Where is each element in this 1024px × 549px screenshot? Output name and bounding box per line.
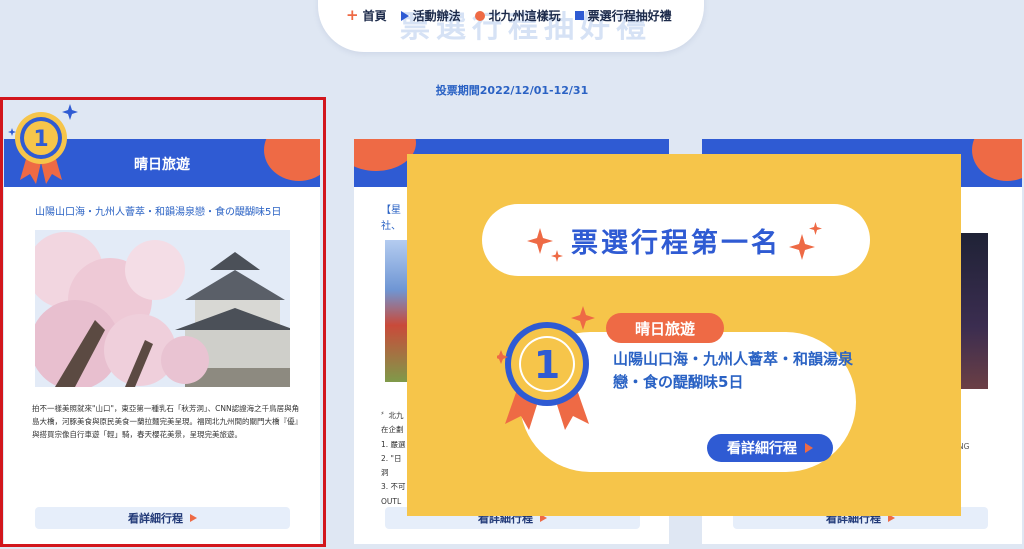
list-item: 2. "日 <box>381 453 402 463</box>
vote-period: 投票期間2022/12/01-12/31 <box>435 84 589 97</box>
popup-title: 票選行程第一名 <box>571 227 781 259</box>
play-arrow-icon <box>190 514 197 522</box>
main-nav: + 首頁 活動辦法 北九州這樣玩 票選行程抽好禮 <box>346 7 672 24</box>
nav-item-label: 首頁 <box>362 9 387 23</box>
button-label: 看詳細行程 <box>128 512 183 525</box>
list-item: 洞 <box>381 468 389 477</box>
list-item: 3. 不可 <box>381 482 406 492</box>
card-description: 拍不一樣美照就來"山口"，東亞第一種乳石「秋芳洞」、CNN認證海之千鳥居與角島大… <box>32 404 302 440</box>
rank-medal: 1 <box>494 306 597 432</box>
nav-item-label: 活動辦法 <box>412 9 461 23</box>
view-details-button[interactable]: 看詳細行程 <box>35 507 290 529</box>
card-photo <box>958 233 988 389</box>
header-blob <box>972 139 1022 181</box>
sparkle-icon <box>789 234 815 260</box>
sparkle-icon <box>551 250 563 262</box>
card-subtitle-line: 社、 <box>381 221 401 232</box>
dot-icon <box>474 10 485 21</box>
list-item: 1. 嚴選 <box>381 439 406 449</box>
plus-icon: + <box>346 6 359 24</box>
card-subtitle: 山陽山口海・九州人薈萃・和韻湯泉戀・食の醍醐味5日 <box>35 207 282 218</box>
rank-number: 1 <box>534 343 560 387</box>
nav-item-vote[interactable]: 票選行程抽好禮 <box>574 7 672 24</box>
agency-tag: 晴日旅遊 <box>606 313 724 343</box>
rank-medal: 1 <box>6 100 84 188</box>
nav-item-label: 北九州這樣玩 <box>488 9 561 23</box>
card-photo-castle-sakura <box>35 230 290 387</box>
nav-item-rules[interactable]: 活動辦法 <box>400 7 461 24</box>
card-subtitle: 【星 社、 <box>381 203 401 235</box>
nav-item-label: 票選行程抽好禮 <box>587 9 672 23</box>
sparkle-icon <box>809 222 822 235</box>
play-arrow-icon <box>805 443 813 453</box>
sparkle-icon <box>527 228 553 254</box>
top-rank-popup: 票選行程第一名 晴日旅遊 山陽山口海・九州人薈萃・和韻湯泉戀・食の醍醐味5日 看… <box>407 154 961 516</box>
view-details-button[interactable]: 看詳細行程 <box>707 434 833 462</box>
card-subtitle-line: 【星 <box>381 205 401 216</box>
card-description: 〞北九 在企劃 1. 嚴選 2. "日 洞 3. 不可 OUTL <box>381 409 406 509</box>
list-item: 〞北九 <box>381 411 404 420</box>
nav-item-kitakyushu[interactable]: 北九州這樣玩 <box>474 7 561 24</box>
rank-number: 1 <box>33 127 48 152</box>
nav-item-home[interactable]: + 首頁 <box>346 7 387 24</box>
square-icon <box>574 11 584 20</box>
itinerary-card-1: 晴日旅遊 山陽山口海・九州人薈萃・和韻湯泉戀・食の醍醐味5日 拍不一樣美照就來"… <box>4 139 320 544</box>
triangle-icon <box>400 10 409 21</box>
list-item: 在企劃 <box>381 425 404 435</box>
popup-description: 山陽山口海・九州人薈萃・和韻湯泉戀・食の醍醐味5日 <box>613 350 854 392</box>
button-label: 看詳細行程 <box>727 441 797 457</box>
